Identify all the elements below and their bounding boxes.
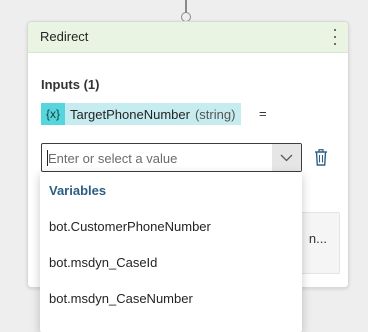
equals-sign: =	[259, 106, 267, 121]
card-header: Redirect	[28, 22, 348, 53]
more-vertical-icon	[334, 29, 336, 31]
dropdown-option[interactable]: bot.msdyn_CaseId	[40, 246, 302, 280]
next-node-text: n...	[308, 231, 327, 246]
trash-icon	[315, 149, 327, 166]
inputs-label: Inputs (1)	[41, 77, 100, 92]
more-options-button[interactable]	[332, 29, 338, 45]
dropdown-toggle-button[interactable]	[272, 144, 301, 171]
text-caret	[47, 150, 48, 166]
variable-type: (string)	[194, 106, 236, 122]
chevron-down-icon	[280, 154, 293, 161]
variables-dropdown: Variables bot.CustomerPhoneNumber bot.ms…	[40, 172, 302, 332]
dropdown-option[interactable]: bot.msdyn_CaseNumber	[40, 282, 302, 316]
dropdown-section-header: Variables	[49, 183, 107, 198]
dropdown-option[interactable]: bot.CustomerPhoneNumber	[40, 210, 302, 244]
card-title: Redirect	[40, 29, 89, 44]
variable-icon: {x}	[41, 103, 65, 125]
variable-chip: {x} TargetPhoneNumber (string)	[41, 103, 242, 125]
value-combobox[interactable]	[41, 143, 302, 172]
value-input[interactable]	[48, 148, 268, 168]
variable-name: TargetPhoneNumber	[70, 106, 190, 122]
delete-button[interactable]	[314, 149, 328, 166]
